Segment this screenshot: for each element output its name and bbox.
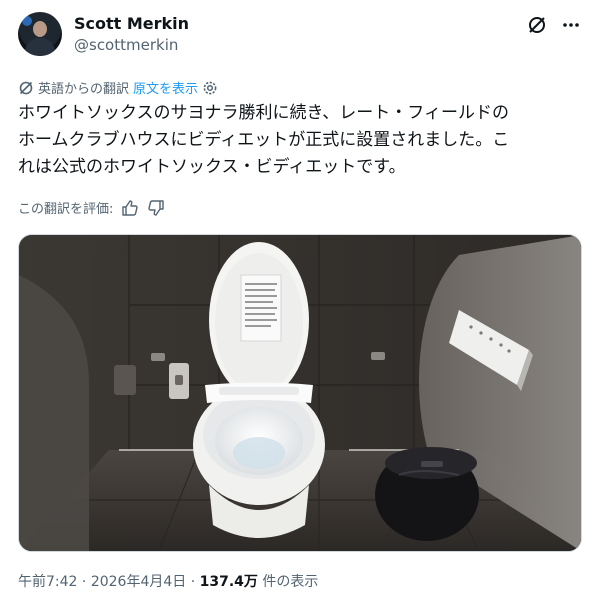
author-name[interactable]: Scott Merkin <box>74 14 189 33</box>
author-handle[interactable]: @scottmerkin <box>74 36 178 54</box>
tweet-time[interactable]: 午前7:42 <box>18 574 77 590</box>
header-actions <box>526 14 582 36</box>
tweet-meta: 午前7:42 · 2026年4月4日 · 137.4万 件の表示 <box>18 571 318 591</box>
gear-icon[interactable] <box>202 80 218 96</box>
show-original-link[interactable]: 原文を表示 <box>133 78 198 97</box>
grok-icon[interactable] <box>526 14 548 36</box>
avatar[interactable] <box>18 12 62 56</box>
rate-label: この翻訳を評価: <box>18 202 114 217</box>
view-count-label: 件の表示 <box>262 574 319 590</box>
thumbs-down-icon[interactable] <box>147 199 165 217</box>
translation-bar: 英語からの翻訳 原文を表示 <box>18 78 218 97</box>
separator: · <box>190 574 196 590</box>
more-icon[interactable] <box>560 14 582 36</box>
translation-label: 英語からの翻訳 <box>38 82 130 97</box>
toilet-image <box>19 235 581 551</box>
tweet-date[interactable]: 2026年4月4日 <box>91 574 186 590</box>
thumbs-up-icon[interactable] <box>121 199 139 217</box>
rate-translation: この翻訳を評価: <box>18 198 165 217</box>
tweet-photo[interactable] <box>18 234 582 552</box>
tweet-header: Scott Merkin @scottmerkin <box>18 12 582 60</box>
view-count: 137.4万 <box>199 574 258 590</box>
separator: · <box>81 574 87 590</box>
tweet-text: ホワイトソックスのサヨナラ勝利に続き、レート・フィールドの ホームクラブハウスに… <box>18 103 510 177</box>
translate-icon <box>18 80 34 96</box>
